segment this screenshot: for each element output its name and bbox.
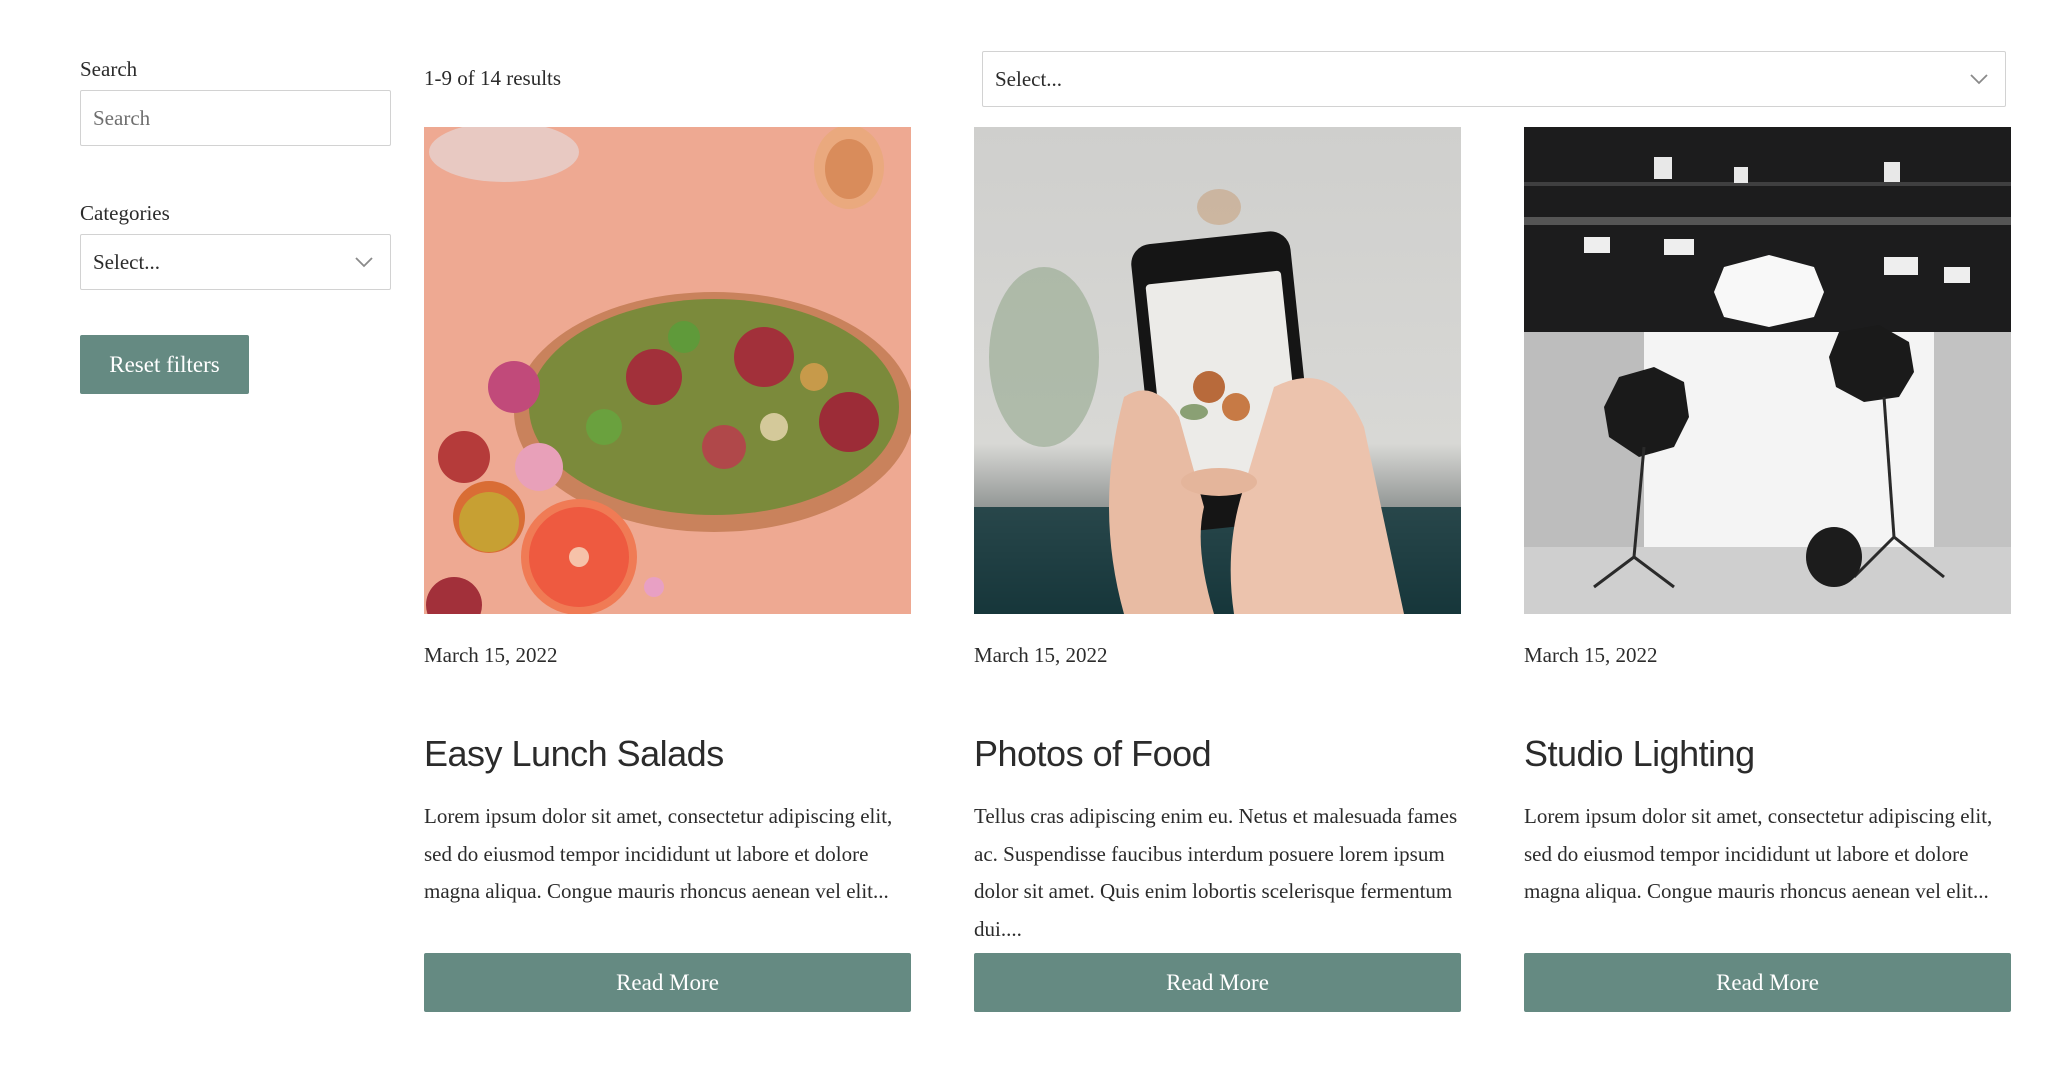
filter-sidebar: Search Categories Select... Reset filter…	[80, 56, 391, 394]
search-label: Search	[80, 57, 138, 81]
categories-select[interactable]: Select...	[80, 234, 391, 290]
categories-select-value: Select...	[93, 249, 161, 274]
post-image-studio[interactable]	[1524, 127, 2011, 614]
post-date: March 15, 2022	[1524, 643, 1658, 667]
reset-filters-button[interactable]: Reset filters	[80, 335, 249, 394]
post-card: March 15, 2022 Easy Lunch Salads Lorem i…	[424, 127, 911, 1012]
categories-label: Categories	[80, 201, 170, 225]
chevron-down-icon	[1970, 74, 1988, 85]
post-excerpt: Tellus cras adipiscing enim eu. Netus et…	[974, 804, 1458, 941]
post-excerpt: Lorem ipsum dolor sit amet, consectetur …	[424, 804, 893, 903]
sort-select[interactable]: Select...	[982, 51, 2006, 107]
chevron-down-icon	[355, 257, 373, 268]
read-more-button[interactable]: Read More	[424, 953, 911, 1012]
post-title[interactable]: Studio Lighting	[1524, 732, 2011, 776]
post-date: March 15, 2022	[424, 643, 558, 667]
search-input[interactable]	[80, 90, 391, 146]
read-more-button[interactable]: Read More	[974, 953, 1461, 1012]
post-excerpt: Lorem ipsum dolor sit amet, consectetur …	[1524, 804, 1993, 903]
read-more-button[interactable]: Read More	[1524, 953, 2011, 1012]
post-date: March 15, 2022	[974, 643, 1108, 667]
post-card: March 15, 2022 Photos of Food Tellus cra…	[974, 127, 1461, 1012]
post-title[interactable]: Photos of Food	[974, 732, 1461, 776]
post-card: March 15, 2022 Studio Lighting Lorem ips…	[1524, 127, 2011, 1012]
results-count: 1-9 of 14 results	[424, 66, 562, 90]
post-image-phone-food[interactable]	[974, 127, 1461, 614]
sort-select-value: Select...	[995, 66, 1063, 91]
post-title[interactable]: Easy Lunch Salads	[424, 732, 911, 776]
post-image-salad[interactable]	[424, 127, 911, 614]
